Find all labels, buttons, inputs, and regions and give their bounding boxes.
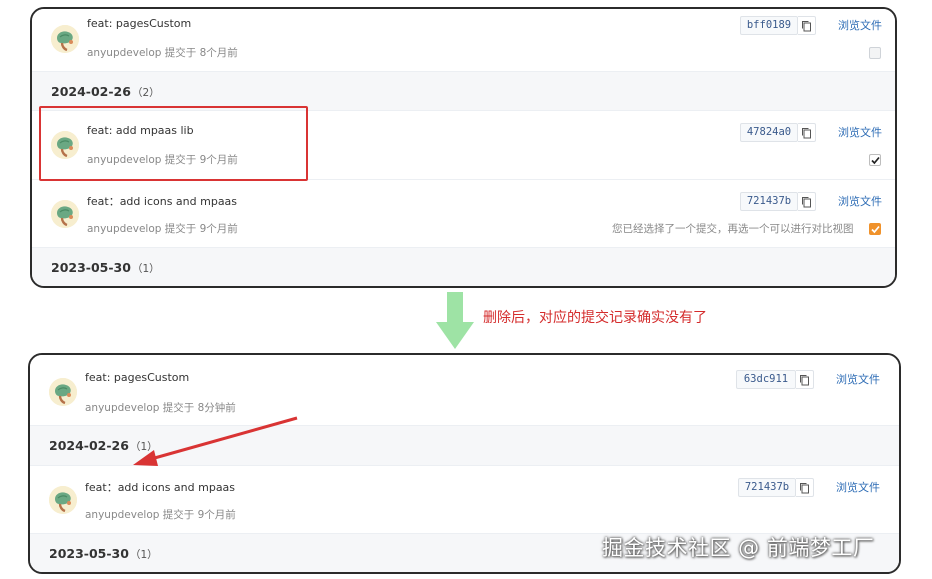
down-arrow-icon (436, 292, 474, 349)
date-group-header: 2023-05-30 （1） (32, 248, 895, 286)
compare-hint: 您已经选择了一个提交，再选一个可以进行对比视图 (612, 223, 854, 235)
commit-sha[interactable]: 721437b (740, 192, 798, 211)
commit-time: 9个月前 (197, 509, 236, 521)
copy-sha-button[interactable] (798, 16, 816, 35)
avatar[interactable] (51, 200, 79, 228)
commit-action: 提交于 (164, 47, 197, 59)
copy-icon (800, 483, 809, 494)
copy-icon (802, 128, 811, 139)
avatar[interactable] (49, 486, 77, 514)
browse-files-link[interactable]: 浏览文件 (838, 124, 882, 140)
red-arrow-icon (133, 416, 298, 466)
commit-message[interactable]: feat: pagesCustom (85, 371, 189, 384)
commit-row: feat: pagesCustom anyupdevelop 提交于 8个月前 … (32, 9, 895, 72)
commit-author[interactable]: anyupdevelop (87, 223, 161, 235)
compare-checkbox[interactable] (869, 223, 881, 235)
commit-meta: anyupdevelop 提交于 9个月前 (87, 221, 238, 236)
copy-icon (800, 375, 809, 386)
browse-files-link[interactable]: 浏览文件 (836, 479, 880, 495)
commit-sha[interactable]: bff0189 (740, 16, 798, 35)
commit-action: 提交于 (164, 223, 197, 235)
browse-files-link[interactable]: 浏览文件 (838, 193, 882, 209)
browse-files-link[interactable]: 浏览文件 (836, 371, 880, 387)
commit-sha[interactable]: 721437b (738, 478, 796, 497)
commit-message[interactable]: feat：add icons and mpaas (85, 479, 235, 495)
commit-time: 9个月前 (199, 223, 238, 235)
watermark: 掘金技术社区 @ 前端梦工厂 (602, 536, 875, 560)
date-count: （1） (132, 263, 160, 275)
commit-sha[interactable]: 47824a0 (740, 123, 798, 142)
avatar[interactable] (49, 378, 77, 406)
commit-row: feat：add icons and mpaas anyupdevelop 提交… (30, 466, 899, 534)
commit-message[interactable]: feat：add icons and mpaas (87, 193, 237, 209)
copy-sha-button[interactable] (798, 192, 816, 211)
copy-icon (802, 197, 811, 208)
avatar[interactable] (51, 25, 79, 53)
commit-time: 8个月前 (199, 47, 238, 59)
browse-files-link[interactable]: 浏览文件 (838, 17, 882, 33)
commit-message[interactable]: feat: pagesCustom (87, 17, 191, 30)
date-label: 2024-02-26 (51, 84, 131, 99)
commit-sha[interactable]: 63dc911 (736, 370, 796, 389)
copy-sha-button[interactable] (798, 123, 816, 142)
commit-row: feat：add icons and mpaas anyupdevelop 提交… (32, 180, 895, 248)
checkmark-icon (871, 225, 880, 234)
annotation-text: 删除后，对应的提交记录确实没有了 (483, 310, 707, 326)
commit-action: 提交于 (162, 509, 195, 521)
compare-checkbox[interactable] (869, 47, 881, 59)
copy-sha-button[interactable] (796, 478, 814, 497)
commit-author[interactable]: anyupdevelop (87, 47, 161, 59)
copy-sha-button[interactable] (796, 370, 814, 389)
checkmark-icon (871, 156, 880, 165)
date-label: 2024-02-26 (49, 438, 129, 453)
date-count: （1） (130, 549, 158, 561)
date-label: 2023-05-30 (49, 546, 129, 561)
commit-author[interactable]: anyupdevelop (85, 509, 159, 521)
date-label: 2023-05-30 (51, 260, 131, 275)
highlight-box (39, 106, 308, 181)
commit-meta: anyupdevelop 提交于 8个月前 (87, 45, 238, 60)
copy-icon (802, 21, 811, 32)
commit-meta: anyupdevelop 提交于 9个月前 (85, 507, 236, 522)
compare-checkbox[interactable] (869, 154, 881, 166)
date-count: （2） (132, 87, 160, 99)
